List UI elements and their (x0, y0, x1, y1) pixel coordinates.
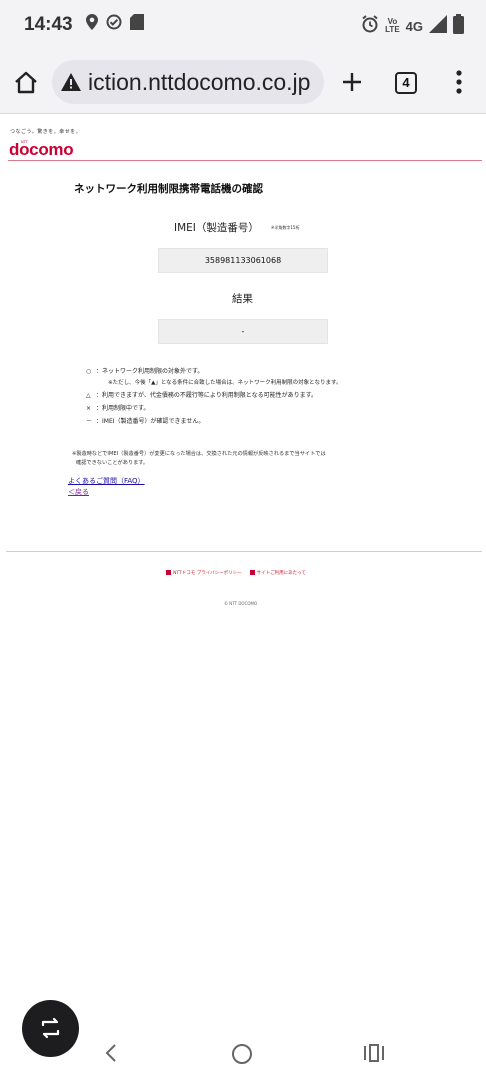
imei-change-note: ※製造時などでIMEI（製造番号）が変更になった場合は、交換された元の情報が反映… (72, 451, 326, 466)
home-icon[interactable] (12, 69, 40, 97)
volte-indicator: Vo LTE (385, 17, 400, 34)
status-bar: 14:43 Vo LTE 4G (0, 0, 486, 52)
address-bar[interactable]: iction.nttdocomo.co.jp (52, 60, 324, 104)
header-divider (8, 160, 482, 161)
alarm-icon (361, 15, 379, 37)
faq-link[interactable]: よくあるご質問（FAQ） (68, 476, 145, 486)
check-circle-icon (106, 14, 122, 34)
result-label: 結果 (232, 293, 253, 305)
imei-note: ※半角数字15桁 (271, 225, 300, 230)
result-legend: ○ ：ネットワーク利用制限の対象外です。 ※ただし、今後「▲」となる条件に合致した… (86, 365, 341, 428)
plus-icon[interactable] (338, 68, 366, 96)
browser-toolbar: iction.nttdocomo.co.jp 4 (0, 52, 486, 114)
rotate-screen-button[interactable] (22, 1000, 79, 1057)
nav-recents-icon[interactable] (363, 1043, 385, 1063)
legend-row: × ：利用制限中です。 (86, 405, 150, 412)
site-tagline: つなごう。驚きを。幸せを。 (10, 129, 82, 135)
imei-field[interactable]: 358981133061068 (158, 248, 328, 273)
legend-row: －：IMEI（製造番号）が確認できません。 (86, 418, 205, 425)
url-text[interactable]: iction.nttdocomo.co.jp (88, 69, 310, 96)
web-page: つなごう。驚きを。幸せを。 NTT docomo ネットワーク利用制限携帯電話機… (0, 114, 486, 1034)
privacy-policy-link[interactable]: NTTドコモ プライバシーポリシー (166, 570, 242, 576)
site-terms-link[interactable]: サイトご利用にあたって (249, 570, 306, 576)
legend-row: △ ：利用できますが、代金債務の不履行等により利用制限となる可能性があります。 (86, 392, 317, 399)
nav-home-icon[interactable] (232, 1044, 252, 1064)
legend-row: ○ ：ネットワーク利用制限の対象外です。 (86, 368, 204, 375)
docomo-logo[interactable]: docomo (9, 140, 74, 160)
page-title: ネットワーク利用制限携帯電話機の確認 (74, 183, 263, 195)
footer-divider (6, 551, 482, 552)
sd-card-icon (130, 14, 144, 34)
imei-label: IMEI（製造番号） (174, 222, 259, 234)
footer-links: NTTドコモ プライバシーポリシー サイトご利用にあたって (166, 570, 306, 576)
tab-switcher-button[interactable]: 4 (395, 72, 417, 94)
result-field: - (158, 319, 328, 344)
network-type: 4G (405, 18, 423, 34)
location-icon (86, 14, 98, 34)
warning-icon[interactable] (60, 71, 82, 93)
battery-icon (453, 14, 464, 38)
nav-back-icon[interactable] (103, 1043, 121, 1063)
status-time: 14:43 (24, 14, 73, 35)
legend-row: ※ただし、今後「▲」となる条件に合致した場合は、ネットワーク利用制限の対象となり… (108, 380, 342, 386)
signal-icon (429, 15, 447, 37)
back-link[interactable]: ＜戻る (68, 487, 89, 497)
overflow-menu-icon[interactable] (449, 68, 469, 96)
rotate-icon (41, 1017, 60, 1039)
copyright: © NTT DOCOMO (224, 601, 258, 606)
